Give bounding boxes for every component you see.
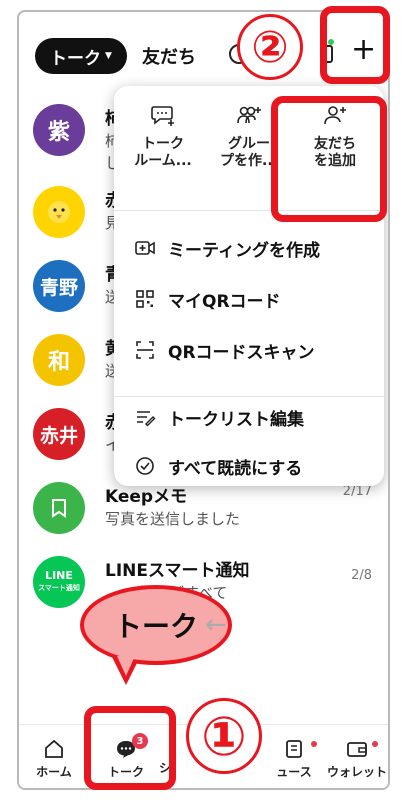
create-chat-room-option[interactable]: トーク ルーム...: [122, 104, 204, 170]
mark-all-read-label: すべて既読にする: [168, 458, 303, 479]
qr-scan-icon: [136, 341, 154, 359]
avatar: LINE スマート通知: [33, 556, 85, 608]
chat-name: LINEスマート通知: [105, 561, 250, 581]
wallet-icon: [347, 742, 367, 757]
notification-dot: [311, 741, 317, 747]
edit-list-icon: [137, 411, 156, 427]
nav-home[interactable]: ホーム: [19, 739, 89, 780]
chat-room-add-icon: [151, 106, 174, 126]
avatar-title: LINE: [45, 569, 73, 582]
qr-code-icon: [136, 290, 154, 308]
avatar: [33, 482, 85, 534]
nav-news-label: ュース: [276, 765, 312, 779]
bookmark-icon: [52, 499, 66, 518]
nav-wallet-label: ウォレット: [326, 765, 387, 779]
home-icon: [45, 739, 63, 758]
highlight-plus-button: [320, 6, 390, 84]
step-2-marker: ②: [237, 14, 303, 80]
create-meeting-item[interactable]: ミーティングを作成: [134, 231, 374, 265]
create-chat-room-label: トーク ルーム...: [134, 136, 192, 169]
talk-tab-label: トーク: [50, 48, 102, 69]
avatar: 和: [33, 334, 85, 386]
edit-talk-list-item[interactable]: トークリスト編集: [134, 400, 374, 434]
qr-scan-label: QRコードスキャン: [168, 342, 315, 363]
callout-tail-inner: [117, 656, 135, 676]
nav-news[interactable]: ュース: [259, 739, 329, 780]
nav-home-label: ホーム: [36, 765, 72, 779]
group-add-icon: [237, 106, 261, 124]
my-qr-code-label: マイQRコード: [168, 291, 281, 312]
chat-message: 写真を送信しました: [105, 510, 241, 528]
step-1-marker: ①: [186, 698, 262, 774]
talk-tab-dropdown[interactable]: トーク ▼: [35, 38, 127, 74]
check-circle-icon: [136, 457, 154, 475]
avatar-subtitle: スマート通知: [38, 584, 80, 592]
highlight-add-friend: [271, 96, 387, 222]
avatar: 青野: [33, 260, 85, 312]
nav-wallet[interactable]: ウォレット: [322, 739, 388, 780]
create-meeting-label: ミーティングを作成: [168, 240, 320, 261]
notification-dot: [372, 741, 378, 747]
talk-callout-text: トーク: [113, 610, 198, 643]
chick-icon: [48, 201, 70, 223]
highlight-talk-tab: [84, 706, 176, 790]
my-qr-code-item[interactable]: マイQRコード: [134, 282, 374, 316]
news-icon: [286, 740, 302, 758]
mark-all-read-item[interactable]: すべて既読にする: [134, 449, 374, 483]
chat-date: 2/17: [342, 484, 372, 499]
avatar: [33, 186, 85, 238]
chevron-down-icon: ▼: [105, 51, 112, 61]
divider: [114, 396, 384, 397]
friends-tab[interactable]: 友だち: [142, 43, 196, 69]
edit-talk-list-label: トークリスト編集: [168, 409, 304, 430]
video-icon: [135, 241, 155, 255]
avatar: 赤井: [33, 408, 85, 460]
qr-scan-item[interactable]: QRコードスキャン: [134, 333, 374, 367]
left-arrow-icon: ←: [205, 610, 227, 640]
avatar: 紫: [33, 104, 85, 156]
chat-date: 2/8: [351, 568, 372, 583]
